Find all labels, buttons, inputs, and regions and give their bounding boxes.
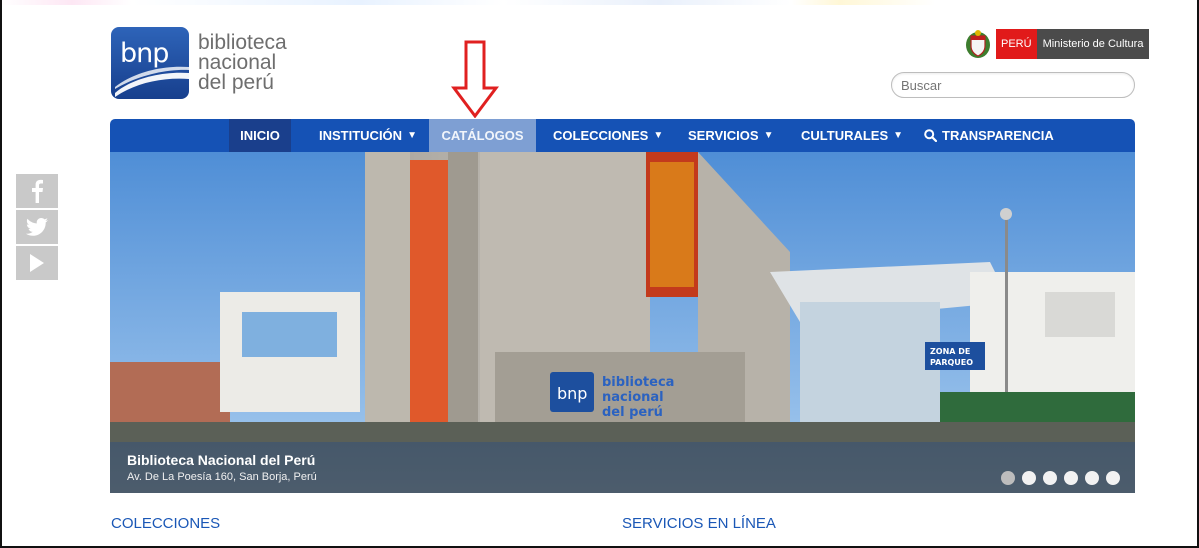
nav-item-culturales[interactable]: CULTURALES ▼	[801, 119, 903, 152]
section-heading-servicios-en-linea[interactable]: SERVICIOS EN LÍNEA	[622, 515, 776, 532]
slider-dot[interactable]	[1064, 471, 1078, 485]
facebook-icon[interactable]	[16, 174, 58, 208]
slider-dot[interactable]	[1085, 471, 1099, 485]
social-bar	[16, 174, 58, 282]
section-heading-colecciones[interactable]: COLECCIONES	[111, 515, 220, 532]
twitter-icon[interactable]	[16, 210, 58, 244]
building-sign-line-1: biblioteca	[602, 375, 674, 390]
parking-sign-line-2: PARQUEO	[930, 358, 973, 367]
search-input[interactable]	[891, 72, 1135, 98]
nav-label-inicio: INICIO	[240, 128, 280, 143]
hero-caption-subtitle: Av. De La Poesía 160, San Borja, Perú	[127, 471, 317, 483]
slider-dots	[994, 471, 1120, 485]
ministry-label: Ministerio de Cultura	[1036, 29, 1150, 59]
hero-caption: Biblioteca Nacional del Perú Av. De La P…	[110, 442, 1135, 493]
main-nav: INICIO INSTITUCIÓN ▼ CATÁLOGOS COLECCIONE…	[110, 119, 1135, 152]
nav-label-catalogos: CATÁLOGOS	[441, 128, 524, 143]
hero-slider[interactable]: bnp biblioteca nacional del perú ZONA DE…	[110, 152, 1135, 493]
youtube-icon[interactable]	[16, 246, 58, 280]
slider-dot[interactable]	[1022, 471, 1036, 485]
annotation-arrow-icon	[451, 40, 499, 118]
chevron-down-icon: ▼	[407, 130, 417, 141]
hero-caption-title: Biblioteca Nacional del Perú	[127, 452, 316, 468]
coat-of-arms-icon	[966, 30, 990, 58]
peru-label: PERÚ	[996, 29, 1037, 59]
nav-item-inicio[interactable]: INICIO	[229, 119, 291, 152]
slider-dot[interactable]	[1106, 471, 1120, 485]
nav-item-institucion[interactable]: INSTITUCIÓN ▼	[319, 119, 417, 152]
logo-line-3: del perú	[198, 71, 274, 94]
building-sign-line-2: nacional	[602, 390, 664, 405]
logo-swoosh-icon	[115, 66, 189, 97]
nav-item-colecciones[interactable]: COLECCIONES ▼	[553, 119, 663, 152]
parking-sign-line-1: ZONA DE	[930, 347, 970, 356]
nav-item-servicios[interactable]: SERVICIOS ▼	[688, 119, 773, 152]
nav-label-colecciones: COLECCIONES	[553, 128, 649, 143]
nav-label-servicios: SERVICIOS	[688, 128, 759, 143]
logo-wordmark: biblioteca nacional del perú	[198, 31, 287, 94]
chevron-down-icon: ▼	[763, 130, 774, 141]
nav-label-culturales: CULTURALES	[801, 128, 889, 143]
building-sign-line-3: del perú	[602, 405, 663, 420]
nav-label-institucion: INSTITUCIÓN	[319, 128, 403, 143]
gov-badge[interactable]: PERÚ Ministerio de Cultura	[964, 29, 1150, 59]
slider-dot[interactable]	[1043, 471, 1057, 485]
logo-line-1: biblioteca	[198, 31, 287, 54]
chevron-down-icon: ▼	[893, 130, 904, 141]
search-icon	[924, 129, 937, 142]
logo-mark: bnp	[111, 27, 189, 99]
logo-line-2: nacional	[198, 51, 277, 74]
chevron-down-icon: ▼	[653, 130, 664, 141]
slider-dot[interactable]	[1001, 471, 1015, 485]
bnp-logo[interactable]: bnp biblioteca nacional del perú	[111, 27, 311, 102]
nav-item-transparencia[interactable]: TRANSPARENCIA	[924, 119, 1054, 152]
nav-label-transparencia: TRANSPARENCIA	[942, 128, 1054, 143]
building-sign-mark: bnp	[557, 384, 587, 403]
nav-item-catalogos[interactable]: CATÁLOGOS	[429, 119, 536, 152]
